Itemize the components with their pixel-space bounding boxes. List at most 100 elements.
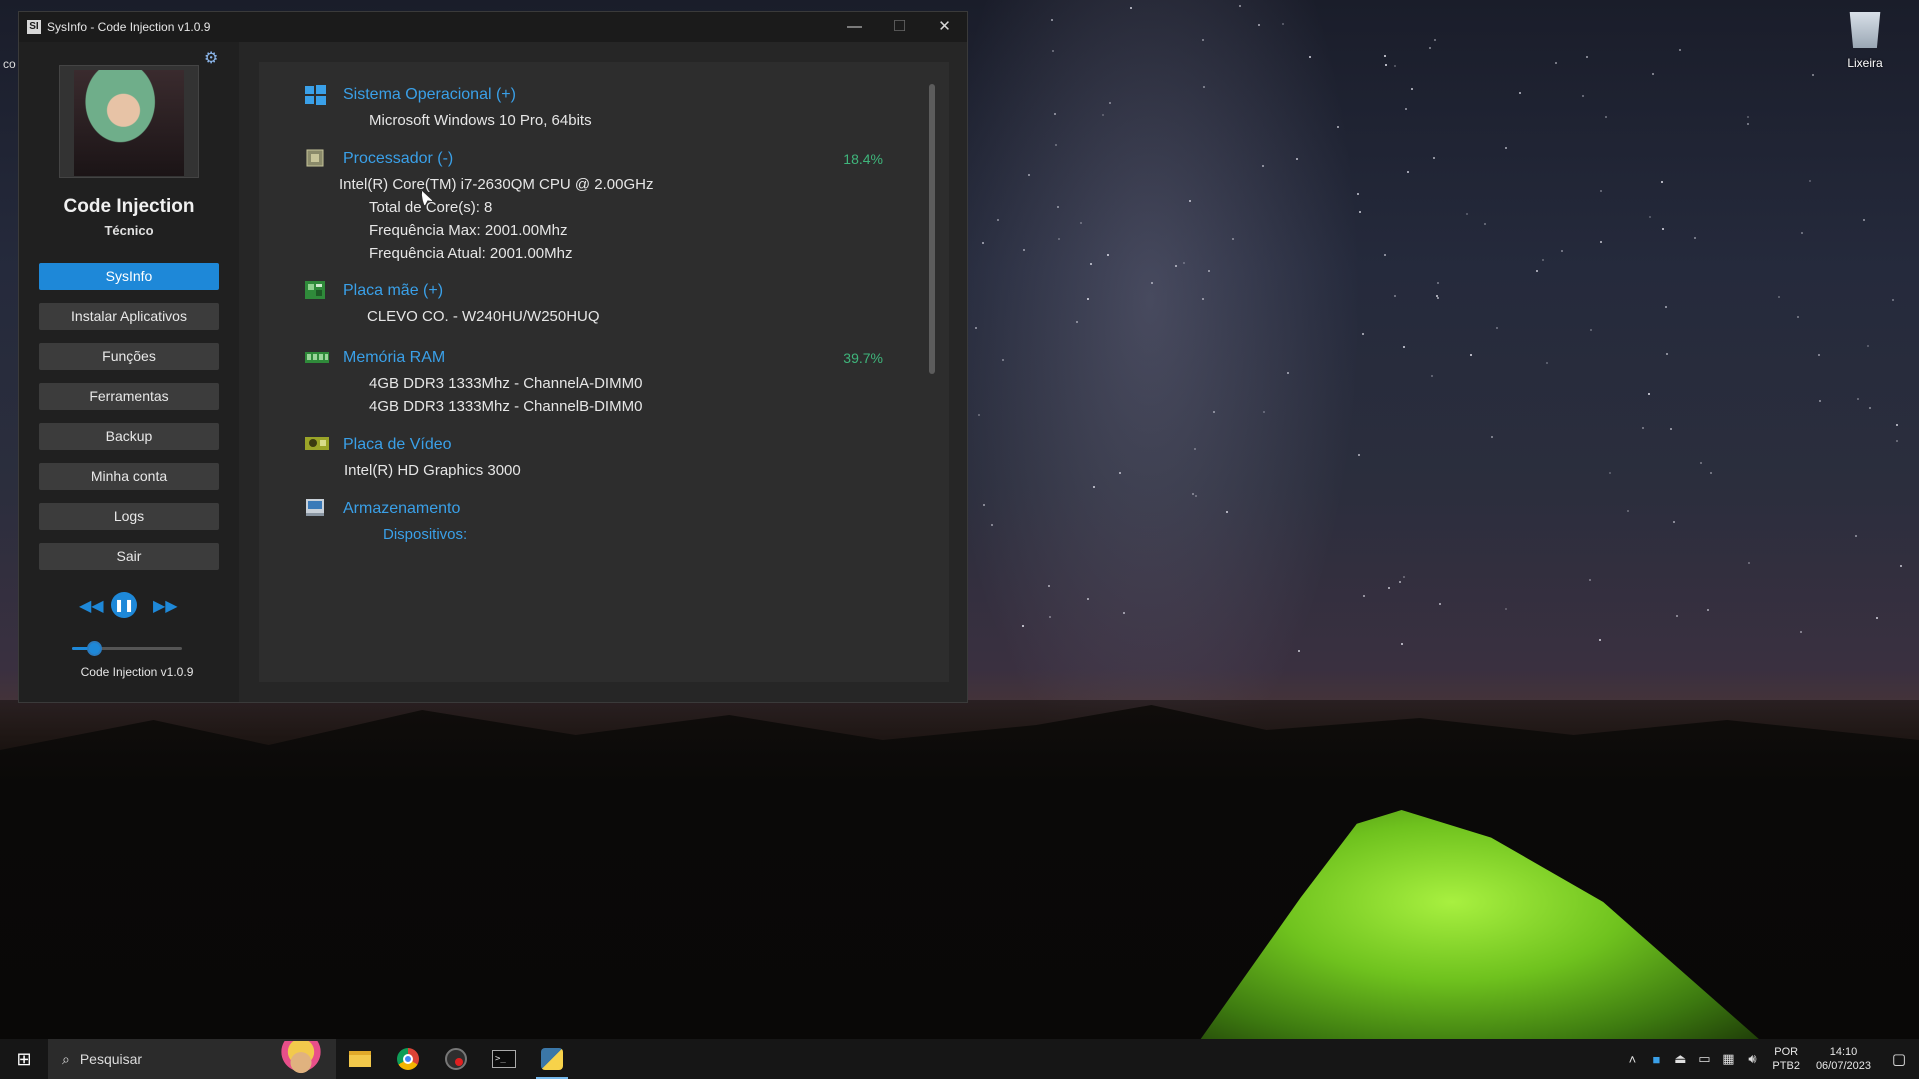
close-button[interactable]: ✕ [922,12,967,42]
language-code: POR [1774,1046,1799,1058]
file-explorer-icon[interactable] [336,1039,384,1079]
star [1608,471,1611,474]
nav-instalar-aplicativos-button[interactable]: Instalar Aplicativos [39,303,219,330]
star [1491,435,1494,438]
star [978,413,981,416]
star [1649,216,1652,219]
star [1106,254,1109,257]
app-tray-icon[interactable]: ■ [1644,1052,1668,1067]
ram-section-title[interactable]: Memória RAM [343,349,445,367]
nav-backup-button[interactable]: Backup [39,423,219,450]
recorder-icon[interactable] [432,1039,480,1079]
network-icon[interactable]: ▦ [1716,1051,1740,1067]
star [1747,116,1750,119]
star [1175,264,1178,267]
maximize-button[interactable]: ☐ [877,12,922,42]
star [1358,211,1361,214]
star [1626,510,1629,513]
star [1747,561,1750,564]
scrollbar[interactable] [929,84,935,374]
star [1118,471,1121,474]
python-app-icon[interactable] [528,1039,576,1079]
gear-icon[interactable]: ⚙ [204,51,220,67]
star [1660,181,1663,184]
next-track-icon[interactable]: ▶▶ [153,596,178,616]
star [1819,400,1822,403]
star [1641,426,1644,429]
star [1226,510,1229,513]
star [1052,50,1055,53]
star [1561,249,1564,252]
star [1399,580,1402,583]
cpu-cores: Total de Core(s): 8 [369,199,493,216]
star [1496,326,1499,329]
chevron-up-icon[interactable]: ˄ [1620,1052,1644,1067]
star [1652,73,1655,76]
star [1812,74,1815,77]
motherboard-section-title[interactable]: Placa mãe (+) [343,282,443,300]
star [1048,585,1051,588]
star [1384,54,1387,57]
star [1387,587,1390,590]
chrome-icon[interactable] [384,1039,432,1079]
star [1436,281,1439,284]
star [1393,64,1396,67]
battery-icon[interactable]: ▭ [1692,1051,1716,1067]
star [1358,454,1361,457]
star [1679,49,1682,51]
star [1001,359,1004,362]
storage-section-title[interactable]: Armazenamento [343,500,460,518]
desktop-icon-label-cut[interactable]: co [3,57,16,71]
star [1208,270,1211,273]
star [1263,411,1266,414]
recycle-bin[interactable]: Lixeira [1835,8,1895,70]
star [997,218,1000,221]
title-bar[interactable]: SI SysInfo - Code Injection v1.0.9 — ☐ ✕ [19,12,967,42]
star [1505,608,1508,610]
star [1693,237,1696,240]
clock[interactable]: 14:10 06/07/2023 [1816,1045,1871,1073]
star [1801,232,1804,235]
search-highlight-image[interactable] [266,1041,336,1077]
star [1670,427,1673,430]
star [1589,329,1592,332]
avatar [74,70,184,176]
notification-icon[interactable]: ▢ [1879,1050,1919,1068]
volume-icon[interactable]: 🔊︎ [1740,1051,1764,1067]
star [1051,18,1054,21]
language-indicator[interactable]: POR PTB2 [1772,1045,1800,1073]
processor-section-title[interactable]: Processador (-) [343,150,453,168]
keyboard-layout: PTB2 [1772,1060,1800,1072]
star [1778,296,1781,299]
nav-logs-button[interactable]: Logs [39,503,219,530]
volume-slider[interactable] [72,641,182,656]
gpu-section-title[interactable]: Placa de Vídeo [343,436,452,454]
star [1589,578,1592,581]
star [1212,411,1215,414]
star [1662,227,1665,230]
nav-sair-button[interactable]: Sair [39,543,219,570]
search-box[interactable]: ⌕ Pesquisar [48,1039,336,1079]
star [981,242,984,245]
nav-ferramentas-button[interactable]: Ferramentas [39,383,219,410]
clock-date: 06/07/2023 [1815,1060,1871,1072]
nav-funcoes-button[interactable]: Funções [39,343,219,370]
nav-minha-conta-button[interactable]: Minha conta [39,463,219,490]
recycle-bin-label: Lixeira [1847,56,1883,70]
star [1195,495,1198,498]
app-icon: SI [27,20,41,34]
pause-icon[interactable]: ❚❚ [111,592,137,618]
sidebar: ⚙ Code Injection Técnico SysInfo Instala… [19,42,239,702]
windows-start-icon[interactable]: ⊞ [0,1039,48,1079]
star [1869,407,1872,410]
terminal-icon[interactable]: >_ [480,1039,528,1079]
minimize-button[interactable]: — [832,12,877,42]
star [1432,156,1435,159]
cpu-usage-percent: 18.4% [843,151,883,167]
os-section-title[interactable]: Sistema Operacional (+) [343,86,516,104]
previous-track-icon[interactable]: ◀◀ [79,596,104,616]
volume-slider-thumb[interactable] [87,641,102,656]
usb-icon[interactable]: ⏏ [1668,1051,1692,1067]
nav-sysinfo-button[interactable]: SysInfo [39,263,219,290]
star [1023,248,1026,251]
